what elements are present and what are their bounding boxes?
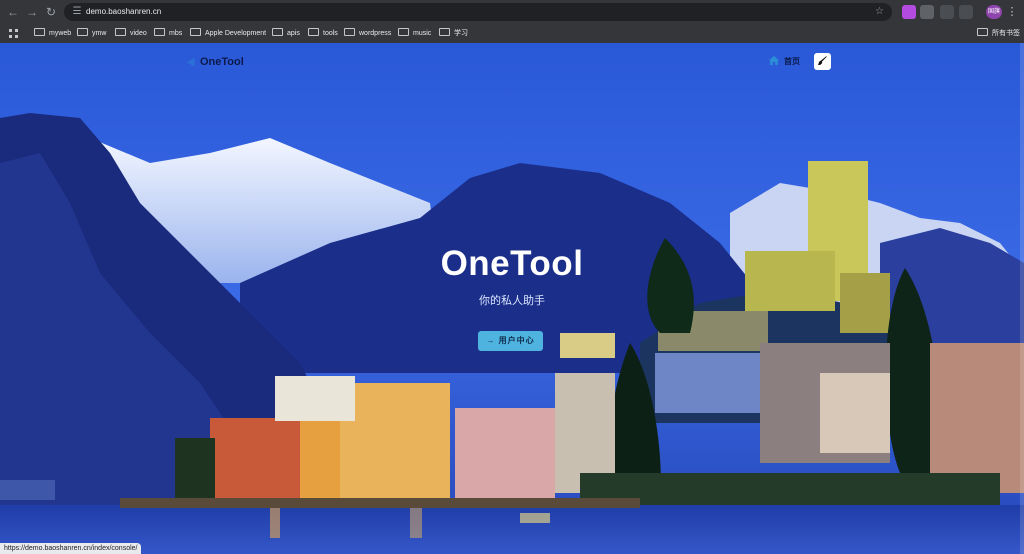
folder-icon xyxy=(34,28,45,36)
extensions-puzzle-icon[interactable] xyxy=(959,5,973,19)
address-url[interactable]: demo.baoshanren.cn xyxy=(86,3,161,21)
bookmark-folder[interactable]: apis xyxy=(272,24,300,43)
extension-icon[interactable] xyxy=(940,5,954,19)
brush-icon xyxy=(817,56,827,65)
folder-icon xyxy=(154,28,165,36)
folder-icon xyxy=(272,28,283,36)
profile-avatar[interactable]: 国旗 xyxy=(986,5,1002,19)
bookmark-folder[interactable]: Apple Development xyxy=(190,24,266,43)
bookmark-folder[interactable]: myweb xyxy=(34,24,71,43)
apps-grid-icon[interactable] xyxy=(9,29,19,39)
bookmarks-bar: myweb ymw video mbs Apple Development ap… xyxy=(0,24,1024,44)
folder-icon xyxy=(115,28,126,36)
folder-icon xyxy=(308,28,319,36)
folder-icon xyxy=(398,28,409,36)
bookmark-folder[interactable]: wordpress xyxy=(344,24,391,43)
bookmark-folder[interactable]: video xyxy=(115,24,147,43)
bookmark-folder[interactable]: mbs xyxy=(154,24,182,43)
arrow-right-icon: → xyxy=(486,336,496,345)
hero-subtitle: 你的私人助手 xyxy=(479,295,545,307)
more-menu-icon[interactable]: ⋮ xyxy=(1006,4,1018,20)
reload-icon[interactable]: ↻ xyxy=(43,4,59,20)
folder-icon xyxy=(977,28,988,36)
bookmark-folder[interactable]: music xyxy=(398,24,431,43)
all-bookmarks-folder[interactable]: 所有书签 xyxy=(977,24,1020,43)
folder-icon xyxy=(77,28,88,36)
bookmark-folder[interactable]: ymw xyxy=(77,24,106,43)
site-info-icon[interactable]: ☰ xyxy=(70,5,84,19)
folder-icon xyxy=(344,28,355,36)
user-center-button[interactable]: → 用户中心 xyxy=(478,331,543,351)
extension-icon[interactable] xyxy=(902,5,916,19)
bookmark-star-icon[interactable]: ☆ xyxy=(875,3,884,21)
extension-icon[interactable] xyxy=(920,5,934,19)
site-logo[interactable]: OneTool xyxy=(186,55,244,69)
address-bar[interactable]: ☰ demo.baoshanren.cn ☆ xyxy=(64,3,892,21)
folder-icon xyxy=(190,28,201,36)
page-scrollbar[interactable] xyxy=(1020,43,1024,554)
bookmark-folder[interactable]: tools xyxy=(308,24,338,43)
browser-toolbar: ← → ↻ ☰ demo.baoshanren.cn ☆ 国旗 ⋮ xyxy=(0,0,1024,24)
logo-mark-icon xyxy=(186,55,199,67)
bookmark-folder[interactable]: 学习 xyxy=(439,24,468,43)
back-arrow-icon[interactable]: ← xyxy=(5,4,21,20)
forward-arrow-icon[interactable]: → xyxy=(24,4,40,20)
folder-icon xyxy=(439,28,450,36)
hero-title: OneTool xyxy=(440,244,584,283)
nav-home-link[interactable]: 首页 xyxy=(769,55,800,69)
page-viewport: OneTool 首页 OneTool 你的私人助手 → 用户中心 xyxy=(0,43,1024,554)
home-icon xyxy=(769,56,779,65)
link-status-bar: https://demo.baoshanren.cn/index/console… xyxy=(0,543,142,554)
theme-toggle-button[interactable] xyxy=(814,53,831,70)
